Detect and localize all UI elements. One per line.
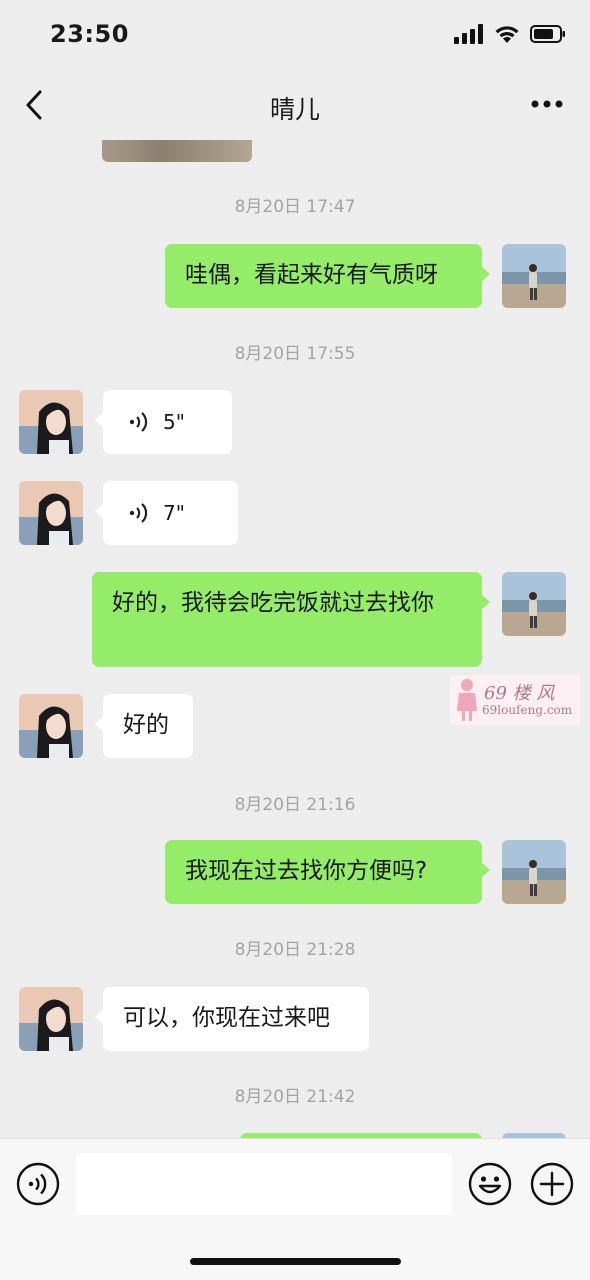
man-by-sea-avatar-image: [502, 572, 566, 636]
man-by-sea-avatar-image: [502, 840, 566, 904]
watermark-figure-icon: [457, 679, 477, 721]
man-by-sea-avatar-image: [502, 244, 566, 308]
home-indicator: [190, 1258, 401, 1265]
emoji-icon[interactable]: [468, 1162, 512, 1206]
message-timestamp: 8月20日 17:55: [234, 344, 356, 364]
battery-icon: [530, 25, 565, 43]
voice-duration: 7": [163, 500, 185, 525]
contact-avatar[interactable]: [19, 390, 83, 454]
wifi-icon: [495, 26, 519, 43]
voice-message[interactable]: 7": [95, 481, 238, 545]
image-message-partial[interactable]: [102, 140, 252, 162]
status-icons: [454, 24, 566, 44]
message-timestamp: 8月20日 17:47: [234, 197, 356, 217]
message-timestamp: 8月20日 21:16: [234, 795, 356, 815]
nav-bar: 晴儿: [0, 70, 590, 140]
voice-duration: 5": [163, 409, 185, 434]
more-icon[interactable]: [530, 98, 564, 110]
message-timestamp: 8月20日 21:42: [234, 1087, 356, 1107]
status-bar: 23:50: [0, 0, 590, 70]
signal-icon: [454, 24, 483, 44]
message-timestamp: 8月20日 21:28: [234, 940, 356, 960]
message-bubble-sent[interactable]: 哇偶，看起来好有气质呀: [165, 244, 490, 308]
watermark-title: 69 楼 风: [484, 683, 555, 704]
voice-input-icon[interactable]: [16, 1162, 60, 1206]
girl-avatar-image: [19, 694, 83, 758]
voice-message[interactable]: 5": [95, 390, 232, 454]
message-bubble-received[interactable]: 好的: [95, 694, 193, 758]
voice-wave-icon: [129, 412, 148, 432]
watermark-url: 69loufeng.com: [482, 703, 573, 717]
my-avatar[interactable]: [502, 244, 566, 308]
girl-avatar-image: [19, 481, 83, 545]
message-list[interactable]: 8月20日 17:47 哇偶，看起来好有气质呀 8月20日 17:55 5" 7…: [0, 140, 590, 1138]
message-bubble-received[interactable]: 可以，你现在过来吧: [95, 987, 369, 1051]
plus-icon[interactable]: [530, 1162, 574, 1206]
contact-avatar[interactable]: [19, 987, 83, 1051]
voice-wave-icon: [129, 503, 148, 523]
message-bubble-sent[interactable]: 好的，我待会吃完饭就过去找你: [92, 572, 490, 667]
message-input[interactable]: [76, 1153, 452, 1215]
watermark: 69 楼 风 69loufeng.com: [450, 675, 580, 725]
contact-avatar[interactable]: [19, 694, 83, 758]
my-avatar[interactable]: [502, 572, 566, 636]
my-avatar[interactable]: [502, 840, 566, 904]
status-time: 23:50: [50, 20, 129, 48]
girl-avatar-image: [19, 987, 83, 1051]
girl-avatar-image: [19, 390, 83, 454]
chat-title: 晴儿: [269, 95, 320, 124]
message-bubble-sent[interactable]: 我现在过去找你方便吗?: [165, 840, 490, 904]
contact-avatar[interactable]: [19, 481, 83, 545]
